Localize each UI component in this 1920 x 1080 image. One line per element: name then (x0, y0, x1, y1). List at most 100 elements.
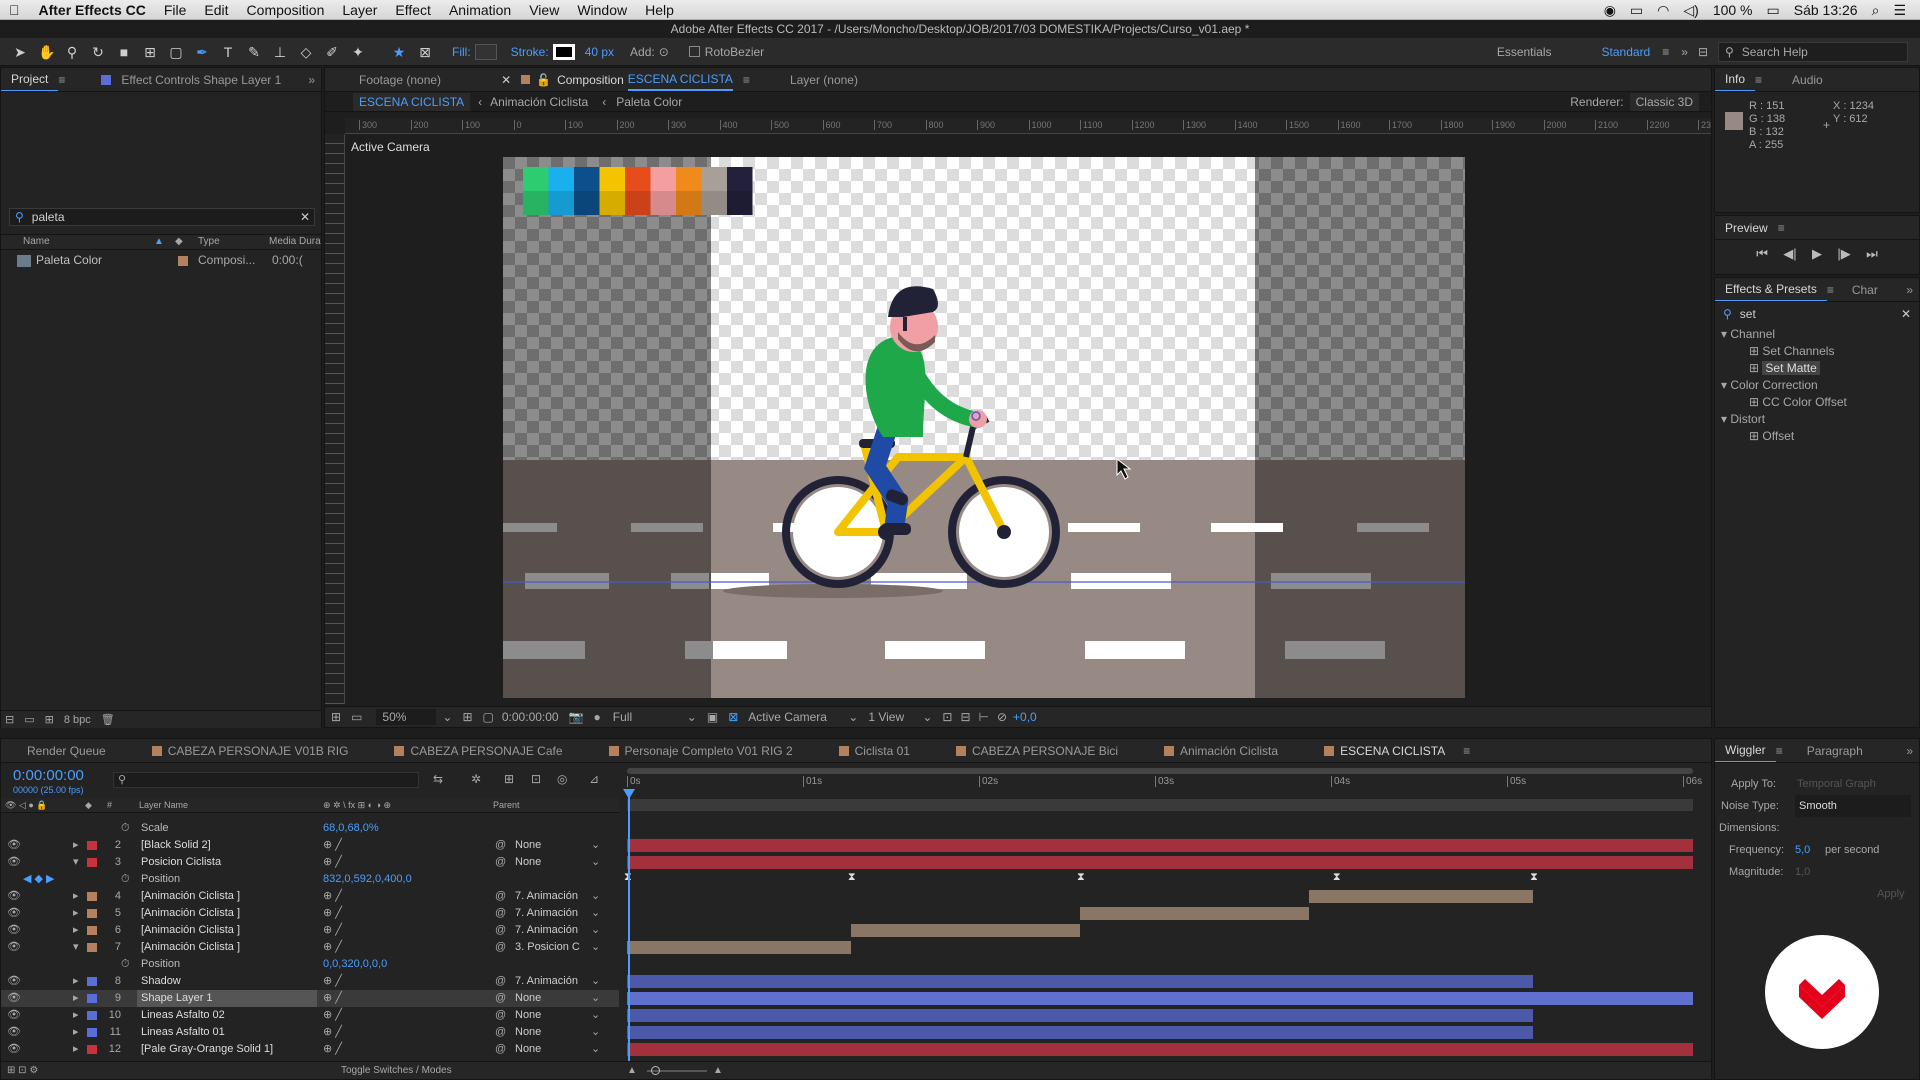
snapping-icon[interactable]: ⊠ (417, 44, 433, 60)
tab-project[interactable]: Project (1, 68, 59, 91)
disclosure-icon[interactable]: ▾ (1721, 378, 1730, 392)
keyframe-icon[interactable]: ⧗ (1077, 871, 1085, 884)
disclosure-icon[interactable]: ▸ (73, 1007, 79, 1024)
battery-level[interactable]: 100 % (1713, 2, 1753, 18)
project-search-input[interactable]: paleta (32, 210, 65, 224)
visibility-eye-icon[interactable]: 👁 (7, 1041, 21, 1058)
frame-blending-icon[interactable]: ⊡ (531, 772, 541, 786)
pan-behind-tool-icon[interactable]: ⊞ (142, 44, 158, 60)
visibility-eye-icon[interactable]: 👁 (7, 854, 21, 871)
keyframe-icon[interactable]: ⧗ (1530, 871, 1538, 884)
camera-tool-icon[interactable]: ■ (116, 44, 132, 60)
stroke-swatch[interactable] (552, 43, 575, 60)
layer-switches-icon[interactable]: ⊕ ╱ (323, 1007, 342, 1024)
add-icon[interactable]: ⊙ (659, 45, 669, 59)
workspace-sync-icon[interactable]: ⊟ (1698, 45, 1708, 59)
lock-icon[interactable]: 🔓 (536, 73, 551, 87)
clear-search-icon[interactable]: ✕ (300, 210, 310, 224)
keyframe-icon[interactable]: ⧗ (1333, 871, 1341, 884)
visibility-eye-icon[interactable]: 👁 (7, 888, 21, 905)
layer-switches-icon[interactable]: ⊕ ╱ (323, 1024, 342, 1041)
property-value[interactable]: 832,0,592,0,400,0 (323, 871, 412, 888)
workspace-essentials[interactable]: Essentials (1497, 45, 1552, 59)
tab-info[interactable]: Info (1715, 68, 1756, 91)
first-frame-icon[interactable]: ⏮ (1756, 246, 1768, 262)
clone-stamp-tool-icon[interactable]: ⊥ (272, 44, 288, 60)
menu-edit[interactable]: Edit (195, 2, 237, 18)
breadcrumb-item[interactable]: Paleta Color (616, 95, 682, 109)
parent-select[interactable]: None (515, 990, 599, 1007)
snapshot-icon[interactable]: 📷 (569, 710, 584, 724)
visibility-eye-icon[interactable]: 👁 (7, 1024, 21, 1041)
layer-name[interactable]: [Animación Ciclista ] (137, 922, 317, 939)
layer-duration-bar[interactable] (627, 1026, 1534, 1039)
type-tool-icon[interactable]: T (220, 44, 236, 60)
tab-effect-controls[interactable]: Effect Controls Shape Layer 1 (111, 73, 291, 87)
effects-search-input[interactable]: set (1740, 307, 1756, 321)
apply-button[interactable]: Apply (1877, 883, 1905, 905)
fill-label[interactable]: Fill: (452, 45, 471, 59)
project-search-field[interactable]: ⚲ paleta ✕ (9, 208, 315, 226)
property-row[interactable]: ⏱ Position 0,0,320,0,0,0 (1, 956, 619, 973)
apply-to-select[interactable]: Temporal Graph (1797, 773, 1876, 795)
current-time-indicator[interactable] (628, 791, 630, 1061)
effect-item[interactable]: ⊞ Set Channels (1721, 343, 1919, 360)
chevron-down-icon[interactable]: ⌄ (591, 1024, 600, 1041)
menu-view[interactable]: View (520, 2, 568, 18)
chevron-down-icon[interactable]: ⌄ (591, 1041, 600, 1058)
layer-duration-bar[interactable] (627, 1009, 1534, 1022)
layer-name[interactable]: Lineas Asfalto 02 (137, 1007, 317, 1024)
disclosure-icon[interactable]: ▸ (73, 1024, 79, 1041)
menu-window[interactable]: Window (568, 2, 636, 18)
comp-viewer[interactable] (464, 151, 1513, 698)
tab-layer[interactable]: Layer (none) (780, 73, 868, 87)
property-row[interactable]: ⏱ Scale 68,0,68,0% (1, 820, 619, 837)
tab-preview[interactable]: Preview (1715, 221, 1778, 235)
layer-duration-bar[interactable] (1309, 890, 1534, 903)
parent-select[interactable]: None (515, 1024, 599, 1041)
roto-brush-tool-icon[interactable]: ✐ (324, 44, 340, 60)
label-color-swatch[interactable] (87, 994, 97, 1003)
camera-view-select[interactable]: Active Camera (748, 710, 844, 724)
draft-3d-icon[interactable]: ✲ (471, 772, 481, 786)
fast-previews-icon[interactable]: ▣ (707, 710, 718, 724)
tab-paragraph[interactable]: Paragraph (1797, 744, 1873, 758)
parent-select[interactable]: 7. Animación (515, 905, 599, 922)
visibility-eye-icon[interactable]: 👁 (7, 990, 21, 1007)
stroke-label[interactable]: Stroke: (511, 45, 549, 59)
display-icon[interactable]: ▭ (1630, 2, 1643, 19)
wiggler-menu-icon[interactable]: ≡ (1776, 744, 1783, 758)
snap-star-icon[interactable]: ★ (391, 44, 407, 60)
layer-switches-icon[interactable]: ⊕ ╱ (323, 905, 342, 922)
parent-select[interactable]: 3. Posicion C (515, 939, 599, 956)
time-zoom-handle[interactable] (651, 1066, 660, 1075)
chevron-down-icon[interactable]: ⌄ (848, 710, 858, 724)
layer-name[interactable]: [Animación Ciclista ] (137, 905, 317, 922)
chevron-down-icon[interactable]: ⌄ (591, 888, 600, 905)
layer-row[interactable]: 👁 ▾ 7 [Animación Ciclista ] ⊕ ╱ @3. Posicion … (1, 939, 619, 956)
pick-whip-icon[interactable]: @ (495, 854, 506, 871)
parent-select[interactable]: 7. Animación (515, 888, 599, 905)
layer-duration-bar[interactable] (627, 839, 1693, 852)
effect-group[interactable]: ▾ Color Correction (1721, 377, 1919, 394)
frequency-value[interactable]: 5,0 (1795, 839, 1810, 861)
trash-icon[interactable]: 🗑 (101, 713, 115, 726)
resolution-select[interactable]: Full (613, 710, 683, 724)
layer-duration-bar[interactable] (1080, 907, 1310, 920)
flowchart-icon[interactable]: ⊢ (979, 710, 989, 724)
menu-composition[interactable]: Composition (238, 2, 334, 18)
pen-tool-icon[interactable]: ✒ (194, 44, 210, 60)
app-menu[interactable]: After Effects CC (29, 2, 155, 18)
parent-select[interactable]: None (515, 1041, 599, 1058)
rotation-tool-icon[interactable]: ↻ (90, 44, 106, 60)
layer-name[interactable]: Posicion Ciclista (137, 854, 317, 871)
disclosure-icon[interactable]: ▾ (1721, 327, 1730, 341)
layer-name[interactable]: Lineas Asfalto 01 (137, 1024, 317, 1041)
tab-timeline-comp[interactable]: Personaje Completo V01 RIG 2 (599, 744, 803, 758)
switches-header-icon[interactable]: ⊕ ✲ \ fx ⊞ ◐ ◑ ⊕ (323, 798, 391, 813)
project-menu-icon[interactable]: ≡ (58, 73, 65, 87)
shy-layers-icon[interactable]: ⊞ (504, 772, 514, 786)
chevron-down-icon[interactable]: ⌄ (442, 710, 452, 724)
volume-icon[interactable]: ◁) (1683, 2, 1698, 19)
layer-row[interactable]: 👁 ▸ 8 Shadow ⊕ ╱ @7. Animación ⌄ (1, 973, 619, 990)
